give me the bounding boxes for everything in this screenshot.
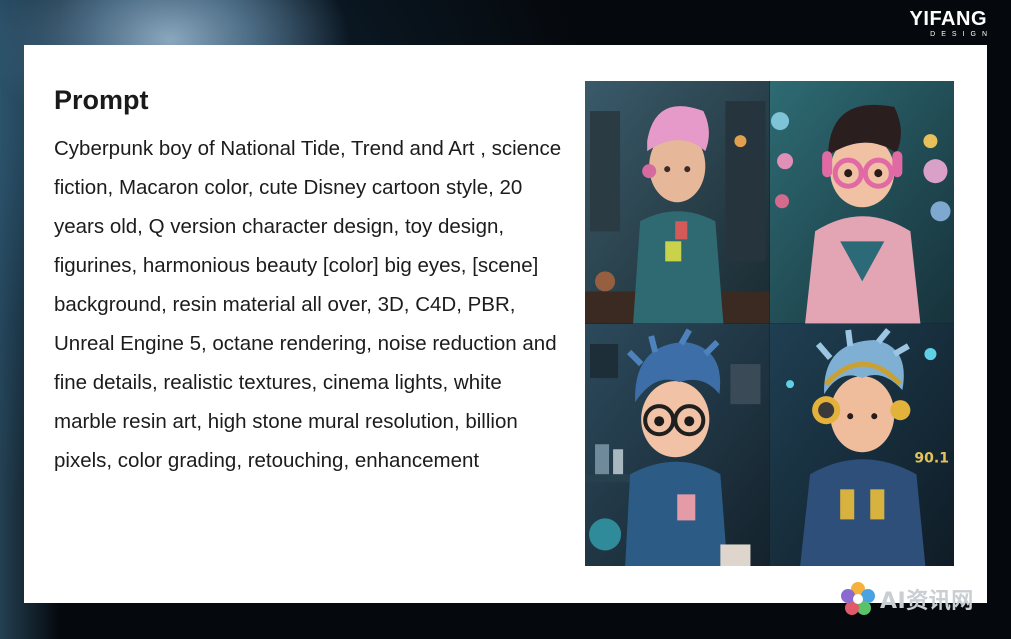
flower-icon: [841, 582, 875, 615]
brand-logo: YIFANG DESIGN: [910, 8, 987, 40]
prompt-card: Prompt Cyberpunk boy of National Tide, T…: [24, 45, 987, 603]
watermark-text: AI资讯网: [880, 589, 974, 614]
prompt-text: Cyberpunk boy of National Tide, Trend an…: [54, 137, 562, 472]
generated-image-1: [585, 81, 770, 324]
brand-subtitle: DESIGN: [930, 31, 993, 38]
generated-image-4: 90.1: [769, 323, 954, 566]
watermark: AI资讯网: [840, 579, 990, 619]
image-grid: 90.1: [585, 81, 954, 566]
generated-image-3: [585, 323, 770, 566]
image-sign-text: 90.1: [914, 450, 949, 466]
generated-image-2: [769, 81, 954, 324]
brand-name: YIFANG: [909, 8, 987, 30]
prompt-title: Prompt: [54, 85, 149, 115]
